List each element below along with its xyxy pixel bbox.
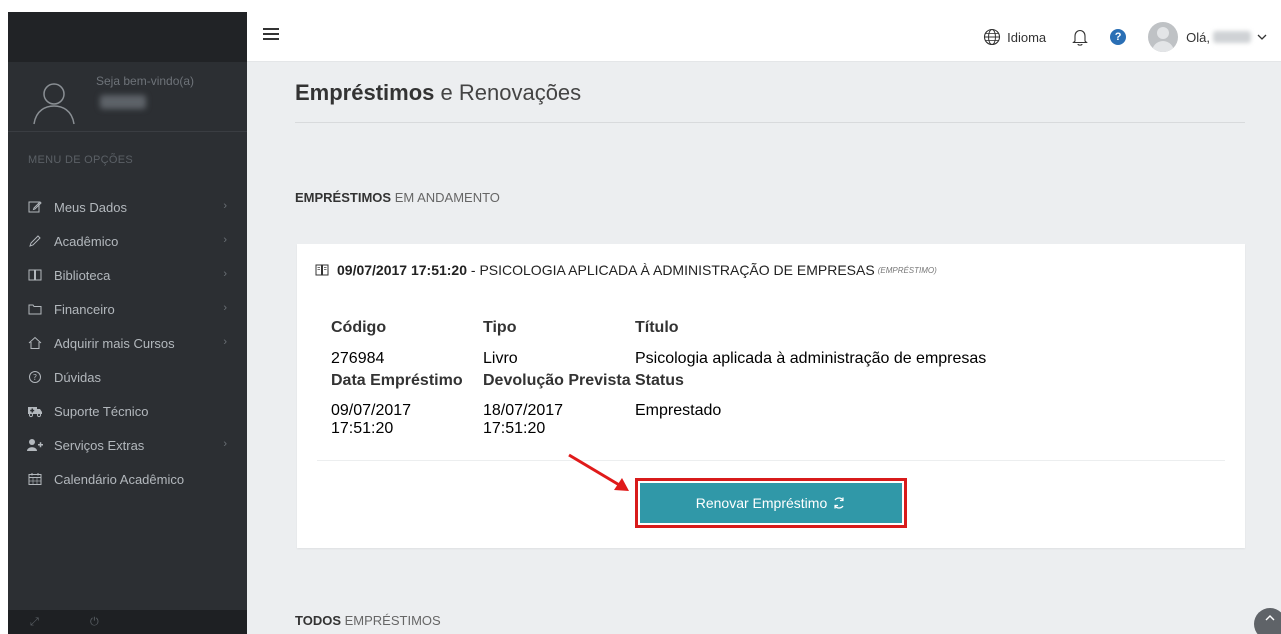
label-codigo: Código — [331, 319, 387, 336]
sidebar-item-label: Adquirir mais Cursos — [54, 335, 175, 351]
user-outline-icon — [33, 83, 75, 125]
pencil-icon — [26, 234, 44, 248]
chevron-right-icon: › — [223, 200, 227, 212]
label-devolucao-prevista: Devolução Prevista — [483, 372, 631, 389]
label-titulo: Título — [635, 319, 679, 336]
annotation-arrow-icon — [568, 453, 629, 491]
language-selector[interactable]: Idioma — [983, 28, 1046, 46]
sidebar-item-academico[interactable]: Acadêmico › — [8, 224, 247, 258]
section-title-all: TODOS EMPRÉSTIMOS — [295, 613, 441, 628]
sidebar-item-label: Biblioteca — [54, 267, 111, 283]
sidebar: Seja bem-vindo(a) MENU DE OPÇÕES Meus Da… — [8, 12, 247, 634]
sidebar-item-calendario[interactable]: Calendário Acadêmico — [8, 462, 247, 496]
chevron-right-icon: › — [223, 268, 227, 280]
value-codigo: 276984 — [331, 350, 385, 367]
language-label: Idioma — [1007, 29, 1047, 45]
chevron-right-icon: › — [223, 438, 227, 450]
scroll-to-top-button[interactable] — [1254, 608, 1281, 634]
edit-icon — [26, 200, 44, 214]
loan-book-title: PSICOLOGIA APLICADA À ADMINISTRAÇÃO DE E… — [479, 262, 875, 278]
sidebar-item-financeiro[interactable]: Financeiro › — [8, 292, 247, 326]
main-content: Empréstimos e Renovações EMPRÉSTIMOS EM … — [247, 62, 1281, 634]
sidebar-logo-area — [8, 12, 247, 62]
greeting-text: Olá, — [1186, 29, 1210, 45]
card-divider — [317, 460, 1225, 461]
sidebar-item-label: Suporte Técnico — [54, 403, 149, 419]
sidebar-item-biblioteca[interactable]: Biblioteca › — [8, 258, 247, 292]
value-status: Emprestado — [635, 402, 722, 419]
section-all-bold: TODOS — [295, 613, 341, 628]
sidebar-item-duvidas[interactable]: ? Dúvidas — [8, 360, 247, 394]
refresh-icon — [834, 497, 844, 509]
power-icon[interactable]: ⏻ — [90, 616, 99, 629]
sidebar-item-label: Dúvidas — [54, 369, 101, 385]
sidebar-item-label: Financeiro — [54, 301, 115, 317]
page-title: Empréstimos e Renovações — [295, 80, 581, 106]
topbar: Idioma ? Olá, — [247, 12, 1281, 62]
label-tipo: Tipo — [483, 319, 517, 336]
section-active-rest: EM ANDAMENTO — [394, 190, 500, 205]
loan-header: 09/07/2017 17:51:20 - PSICOLOGIA APLICAD… — [315, 262, 937, 278]
loan-separator: - — [470, 262, 476, 278]
sidebar-item-label: Acadêmico — [54, 233, 119, 249]
bell-icon[interactable] — [1072, 28, 1088, 47]
value-data-emprestimo-date: 09/07/2017 — [331, 402, 412, 419]
book-icon — [315, 264, 329, 276]
help-icon[interactable]: ? — [1110, 29, 1127, 45]
sidebar-item-label: Serviços Extras — [54, 437, 145, 453]
sidebar-item-meus-dados[interactable]: Meus Dados › — [8, 190, 247, 224]
page-title-bold: Empréstimos — [295, 80, 435, 105]
value-devolucao-date: 18/07/2017 — [483, 402, 564, 419]
sidebar-item-servicos-extras[interactable]: Serviços Extras › — [8, 428, 247, 462]
book-icon — [26, 268, 44, 282]
sidebar-item-label: Meus Dados — [54, 199, 127, 215]
user-plus-icon — [26, 438, 44, 452]
question-circle-icon: ? — [26, 370, 44, 384]
chevron-up-icon — [1265, 615, 1275, 621]
sidebar-profile: Seja bem-vindo(a) — [8, 62, 247, 132]
chevron-right-icon: › — [223, 234, 227, 246]
svg-text:?: ? — [33, 373, 37, 382]
chevron-right-icon: › — [223, 302, 227, 314]
page-title-rest: e Renovações — [440, 80, 582, 105]
globe-icon — [984, 28, 1001, 46]
sidebar-item-label: Calendário Acadêmico — [54, 471, 185, 487]
ambulance-icon — [26, 404, 44, 418]
sidebar-item-suporte-tecnico[interactable]: Suporte Técnico — [8, 394, 247, 428]
value-tipo: Livro — [483, 350, 518, 367]
value-data-emprestimo-time: 17:51:20 — [331, 420, 394, 437]
sidebar-item-adquirir-cursos[interactable]: Adquirir mais Cursos › — [8, 326, 247, 360]
hamburger-menu-icon[interactable] — [263, 28, 279, 42]
home-icon — [26, 336, 44, 350]
calendar-icon — [26, 472, 44, 486]
label-status: Status — [635, 372, 684, 389]
user-name-redacted — [1213, 31, 1251, 43]
expand-icon[interactable]: ⤢ — [30, 616, 39, 629]
avatar — [1148, 22, 1179, 52]
value-titulo: Psicologia aplicada à administração de e… — [635, 350, 987, 367]
section-all-rest: EMPRÉSTIMOS — [344, 613, 441, 628]
title-divider — [295, 122, 1245, 123]
renew-button-highlight: Renovar Empréstimo — [635, 478, 907, 528]
renew-loan-button[interactable]: Renovar Empréstimo — [640, 483, 902, 523]
folder-icon — [26, 302, 44, 316]
loan-card: 09/07/2017 17:51:20 - PSICOLOGIA APLICAD… — [297, 244, 1245, 548]
label-data-emprestimo: Data Empréstimo — [331, 372, 463, 389]
sidebar-username-redacted — [100, 95, 146, 109]
topbar-actions: Idioma ? Olá, — [983, 12, 1267, 62]
loan-datetime: 09/07/2017 17:51:20 — [337, 262, 467, 278]
chevron-down-icon — [1257, 34, 1267, 40]
value-devolucao-time: 17:51:20 — [483, 420, 546, 437]
welcome-text: Seja bem-vindo(a) — [96, 74, 195, 88]
chevron-right-icon: › — [223, 336, 227, 348]
renew-loan-button-label: Renovar Empréstimo — [695, 495, 828, 511]
menu-header: MENU DE OPÇÕES — [28, 154, 134, 166]
section-title-active: EMPRÉSTIMOS EM ANDAMENTO — [295, 190, 500, 205]
section-active-bold: EMPRÉSTIMOS — [295, 190, 392, 205]
loan-type-tag: (EMPRÉSTIMO) — [877, 265, 937, 275]
sidebar-footer: ⤢ ⏻ — [8, 610, 247, 634]
user-menu[interactable]: Olá, — [1148, 22, 1267, 52]
